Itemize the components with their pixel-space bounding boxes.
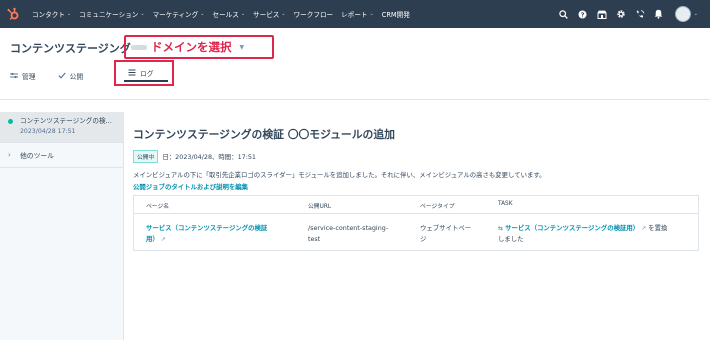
tab-log[interactable]: ログ	[114, 60, 174, 86]
log-sidebar: コンテンツステージングの検... 2023/04/28 17:51 › 他のツー…	[0, 112, 124, 340]
replace-icon: ⇆	[498, 225, 504, 232]
log-description: メインビジュアルの下に「取引先企業ロゴのスライダー」モジュールを追加しました。そ…	[133, 171, 546, 179]
nav-item-label: ワークフロー	[293, 11, 334, 19]
chevron-right-icon: ›	[8, 151, 11, 159]
external-link-icon[interactable]: ↗	[641, 225, 646, 232]
search-icon[interactable]	[556, 0, 572, 28]
nav-item-label: CRM開発	[381, 11, 410, 19]
page-title: コンテンツステージング	[10, 42, 131, 55]
chevron-down-icon[interactable]: ⌄	[694, 11, 698, 17]
tab-bar: 管理 公開 ログ	[10, 60, 174, 88]
log-meta: 公開中 日：2023/04/28、時間：17:51	[133, 150, 256, 163]
page-name-link[interactable]: サービス（コンテンツステージングの検証	[146, 224, 267, 232]
nav-item-marketing[interactable]: マーケティング ⌄	[149, 0, 209, 28]
top-nav-bar: コンタクト ⌄ コミュニケーション ⌄ マーケティング ⌄ セールス ⌄ サービス ⌄ ワ…	[0, 0, 710, 28]
tab-label: 公開	[69, 73, 84, 81]
nav-item-crm-dev[interactable]: CRM開発	[378, 0, 414, 28]
tab-manage[interactable]: 管理	[10, 71, 36, 81]
nav-item-sales[interactable]: セールス ⌄	[208, 0, 249, 28]
url-text-cont: test	[308, 235, 321, 243]
sidebar-item-label: 他のツール	[20, 152, 54, 160]
task-page-link[interactable]: サービス（コンテンツステージングの検証用）	[505, 224, 639, 232]
task-text-cont: しました	[498, 235, 524, 243]
chevron-down-icon: ⌄	[240, 11, 246, 17]
active-tab-indicator	[124, 80, 168, 82]
checkmark-icon	[58, 72, 66, 81]
chevron-down-icon: ⌄	[369, 11, 374, 17]
status-dot-icon	[8, 119, 13, 124]
hubspot-logo-icon[interactable]	[0, 0, 26, 28]
nav-item-label: コミュニケーション	[79, 11, 139, 19]
domain-select-annotation: ドメインを選択	[151, 40, 232, 54]
column-header-public-url: 公開URL	[308, 204, 332, 210]
nav-item-label: レポート	[341, 11, 368, 19]
sidebar-item-title: コンテンツステージングの検...	[20, 117, 112, 125]
log-datetime: 日：2023/04/28、時間：17:51	[162, 153, 257, 161]
nav-item-label: マーケティング	[152, 11, 199, 19]
tab-public[interactable]: 公開	[58, 71, 84, 81]
tab-label: 管理	[22, 73, 36, 81]
marketplace-icon[interactable]	[594, 0, 610, 28]
column-header-task: TASK	[498, 201, 513, 207]
nav-item-communication[interactable]: コミュニケーション ⌄	[75, 0, 148, 28]
nav-item-label: サービス	[253, 11, 280, 19]
page-name-cell: サービス（コンテンツステージングの検証 用） ↗	[146, 223, 296, 245]
url-text: /service-content-staging-	[308, 224, 389, 232]
nav-item-reports[interactable]: レポート ⌄	[337, 0, 378, 28]
column-header-page-name: ページ名	[146, 204, 170, 210]
sidebar-item-date: 2023/04/28 17:51	[20, 128, 76, 135]
nav-item-label: セールス	[212, 11, 239, 19]
task-cell: ⇆ サービス（コンテンツステージングの検証用） ↗ を置換 しました	[498, 223, 698, 245]
public-url-cell: /service-content-staging- test	[308, 223, 412, 245]
table-header: ページ名 公開URL ページタイプ TASK	[134, 196, 698, 214]
external-link-icon[interactable]: ↗	[161, 236, 166, 243]
nav-item-contacts[interactable]: コンタクト ⌄	[28, 0, 75, 28]
nav-item-service[interactable]: サービス ⌄	[249, 0, 290, 28]
nav-item-label: コンタクト	[32, 11, 65, 19]
nav-item-workflow[interactable]: ワークフロー	[290, 0, 338, 28]
phone-icon[interactable]	[632, 0, 648, 28]
chevron-down-icon: ⌄	[200, 11, 205, 17]
column-header-page-type: ページタイプ	[420, 204, 455, 210]
page-type-text: ウェブサイトペー	[420, 224, 472, 232]
tab-label: ログ	[140, 70, 154, 78]
log-title: コンテンツステージングの検証 〇〇モジュールの追加	[133, 128, 395, 141]
list-icon	[128, 69, 136, 78]
chevron-down-icon: ⌄	[281, 11, 286, 17]
published-pages-table: ページ名 公開URL ページタイプ TASK サービス（コンテンツステージングの…	[133, 195, 699, 251]
page-name-link-cont[interactable]: 用）	[146, 235, 159, 243]
settings-icon[interactable]	[613, 0, 629, 28]
domain-select-dropdown[interactable]: ドメインを選択 ▼	[124, 35, 274, 59]
header-divider	[0, 99, 710, 100]
chevron-down-icon: ⌄	[66, 11, 72, 17]
avatar[interactable]	[674, 6, 691, 22]
status-badge: 公開中	[133, 150, 159, 163]
caret-down-icon: ▼	[239, 43, 245, 51]
sidebar-item-other-tools[interactable]: › 他のツール	[0, 142, 123, 168]
task-text: を置換	[648, 224, 668, 232]
page-type-text-cont: ジ	[420, 235, 427, 243]
nav-utility-icons: ⌄	[553, 0, 698, 28]
notifications-icon[interactable]	[651, 0, 667, 28]
sliders-icon	[10, 72, 18, 81]
domain-value-blurred	[131, 44, 147, 50]
edit-title-description-link[interactable]: 公開ジョブのタイトルおよび説明を編集	[133, 182, 248, 191]
page-type-cell: ウェブサイトペー ジ	[420, 223, 490, 245]
chevron-down-icon: ⌄	[140, 11, 145, 17]
sidebar-item-staging-log[interactable]: コンテンツステージングの検... 2023/04/28 17:51	[0, 112, 124, 142]
calling-icon[interactable]	[575, 0, 591, 28]
nav-menu: コンタクト ⌄ コミュニケーション ⌄ マーケティング ⌄ セールス ⌄ サービス ⌄ ワ…	[28, 0, 414, 28]
